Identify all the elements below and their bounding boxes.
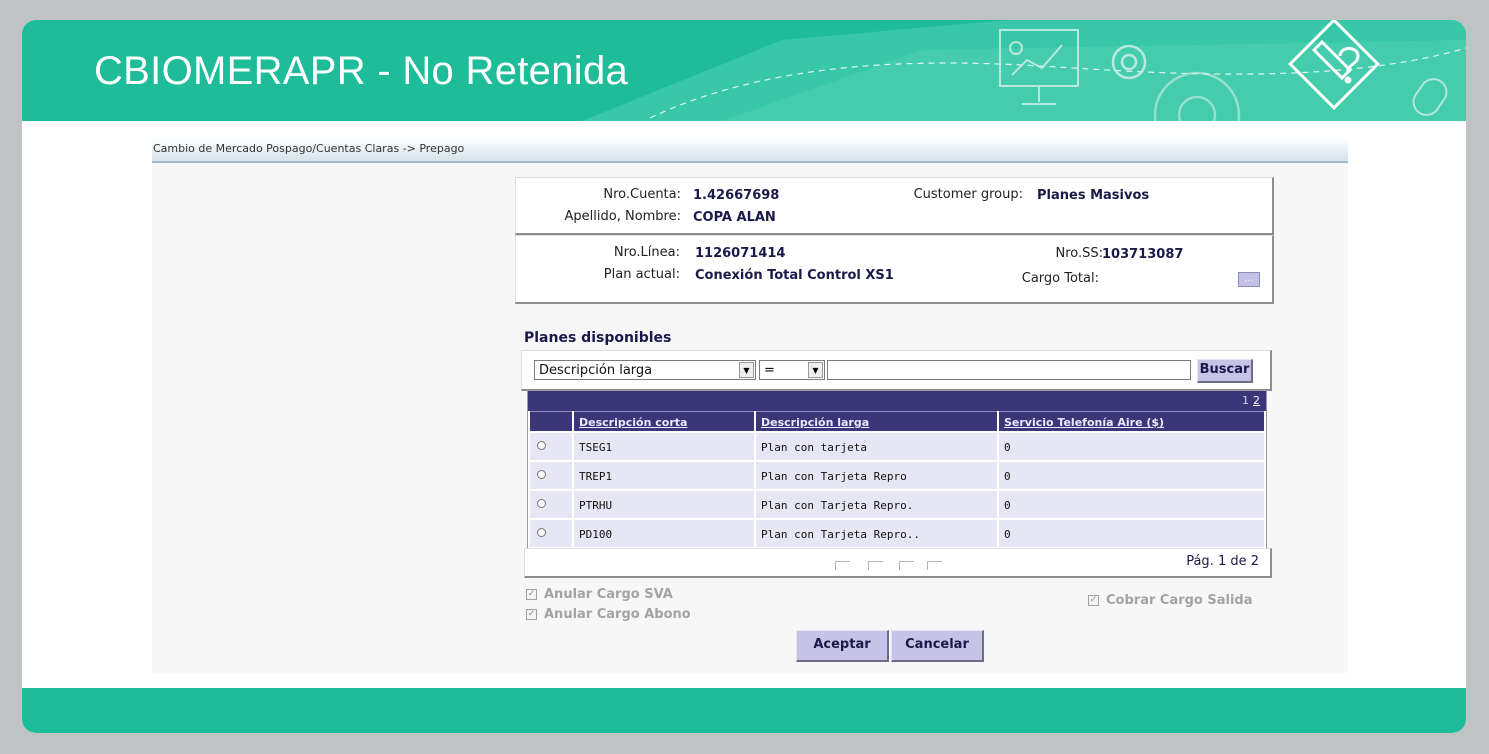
- row-select-radio[interactable]: [537, 441, 546, 450]
- apellido-label: Apellido, Nombre:: [564, 209, 681, 224]
- next-page-icon[interactable]: [899, 561, 914, 570]
- row-aire-cell: 0: [999, 462, 1264, 489]
- apellido-value: COPA ALAN: [693, 210, 776, 225]
- account-panel: Nro.Cuenta: 1.42667698 Apellido, Nombre:…: [515, 177, 1274, 235]
- table-row[interactable]: [530, 433, 572, 460]
- grid-header-select: [530, 411, 572, 431]
- grid-header-aire[interactable]: Servicio Telefonía Aire ($): [999, 411, 1264, 431]
- row-larga-cell: Plan con tarjeta: [756, 433, 997, 460]
- cobrar-salida-checkbox[interactable]: ✓: [1088, 595, 1099, 606]
- accept-button[interactable]: Aceptar: [796, 630, 889, 662]
- grid-pager: 12: [528, 391, 1266, 411]
- slide-title: CBIOMERAPR - No Retenida: [94, 49, 629, 93]
- anular-abono-checkbox[interactable]: ✓: [526, 609, 537, 620]
- cobrar-salida-label: Cobrar Cargo Salida: [1106, 593, 1253, 608]
- row-aire-cell: 0: [999, 520, 1264, 547]
- anular-sva-checkbox[interactable]: ✓: [526, 589, 537, 600]
- pager-page-2-link[interactable]: 2: [1253, 394, 1260, 407]
- nro-cuenta-label: Nro.Cuenta:: [603, 187, 681, 202]
- plans-grid: 12 Descripción corta Descripción larga S…: [527, 390, 1267, 549]
- chevron-down-icon: ▼: [808, 362, 823, 378]
- plan-actual-value: Conexión Total Control XS1: [695, 268, 894, 283]
- nro-linea-value: 1126071414: [695, 246, 786, 261]
- anular-sva-label: Anular Cargo SVA: [544, 587, 673, 602]
- table-row[interactable]: [530, 462, 572, 489]
- search-button[interactable]: Buscar: [1197, 359, 1253, 383]
- nro-ss-label: Nro.SS:: [1055, 246, 1103, 261]
- cancel-button[interactable]: Cancelar: [891, 630, 984, 662]
- plan-actual-label: Plan actual:: [603, 267, 680, 282]
- table-row[interactable]: [530, 491, 572, 518]
- planes-title: Planes disponibles: [524, 330, 672, 346]
- row-corta-cell: PTRHU: [574, 491, 754, 518]
- breadcrumb: Cambio de Mercado Pospago/Cuentas Claras…: [153, 142, 465, 155]
- app-window: Cambio de Mercado Pospago/Cuentas Claras…: [152, 137, 1348, 673]
- filter-value-input[interactable]: [827, 360, 1191, 380]
- prev-page-icon[interactable]: [868, 561, 883, 570]
- row-select-radio[interactable]: [537, 528, 546, 537]
- row-corta-cell: TSEG1: [574, 433, 754, 460]
- cargo-total-label: Cargo Total:: [1021, 271, 1099, 286]
- page-info: Pág. 1 de 2: [1186, 554, 1259, 569]
- grid-header-larga[interactable]: Descripción larga: [756, 411, 997, 431]
- row-select-radio[interactable]: [537, 470, 546, 479]
- filter-operator-value: =: [764, 363, 775, 378]
- cargo-total-detail-button[interactable]: ...: [1238, 272, 1260, 287]
- nro-linea-label: Nro.Línea:: [613, 245, 680, 260]
- row-larga-cell: Plan con Tarjeta Repro..: [756, 520, 997, 547]
- row-corta-cell: TREP1: [574, 462, 754, 489]
- pager-current: 1: [1242, 394, 1249, 407]
- nro-cuenta-value: 1.42667698: [693, 188, 780, 203]
- row-larga-cell: Plan con Tarjeta Repro: [756, 462, 997, 489]
- chevron-down-icon: ▼: [739, 362, 754, 378]
- customer-group-label: Customer group:: [913, 187, 1023, 202]
- row-corta-cell: PD100: [574, 520, 754, 547]
- last-page-icon[interactable]: [927, 561, 942, 570]
- row-larga-cell: Plan con Tarjeta Repro.: [756, 491, 997, 518]
- filter-operator-select[interactable]: = ▼: [759, 360, 825, 380]
- customer-group-value: Planes Masivos: [1037, 188, 1150, 203]
- header-banner: CBIOMERAPR - No Retenida: [22, 20, 1466, 121]
- row-aire-cell: 0: [999, 491, 1264, 518]
- footer-banner: [22, 688, 1466, 733]
- first-page-icon[interactable]: [835, 561, 850, 570]
- app-title-bar: Cambio de Mercado Pospago/Cuentas Claras…: [152, 137, 1348, 163]
- grid-header-corta[interactable]: Descripción corta: [574, 411, 754, 431]
- slide: CBIOMERAPR - No Retenida Cambio de Merca…: [22, 20, 1466, 733]
- search-bar: Descripción larga ▼ = ▼ Buscar: [521, 350, 1272, 391]
- table-row[interactable]: [530, 520, 572, 547]
- grid-footer: Pág. 1 de 2: [524, 548, 1272, 578]
- nro-ss-value: 103713087: [1102, 247, 1184, 262]
- anular-abono-label: Anular Cargo Abono: [544, 607, 691, 622]
- pager-numbers: 12: [1242, 394, 1260, 407]
- filter-field-select[interactable]: Descripción larga ▼: [534, 360, 756, 380]
- row-aire-cell: 0: [999, 433, 1264, 460]
- line-panel: Nro.Línea: 1126071414 Plan actual: Conex…: [515, 235, 1274, 304]
- filter-field-value: Descripción larga: [539, 363, 653, 378]
- row-select-radio[interactable]: [537, 499, 546, 508]
